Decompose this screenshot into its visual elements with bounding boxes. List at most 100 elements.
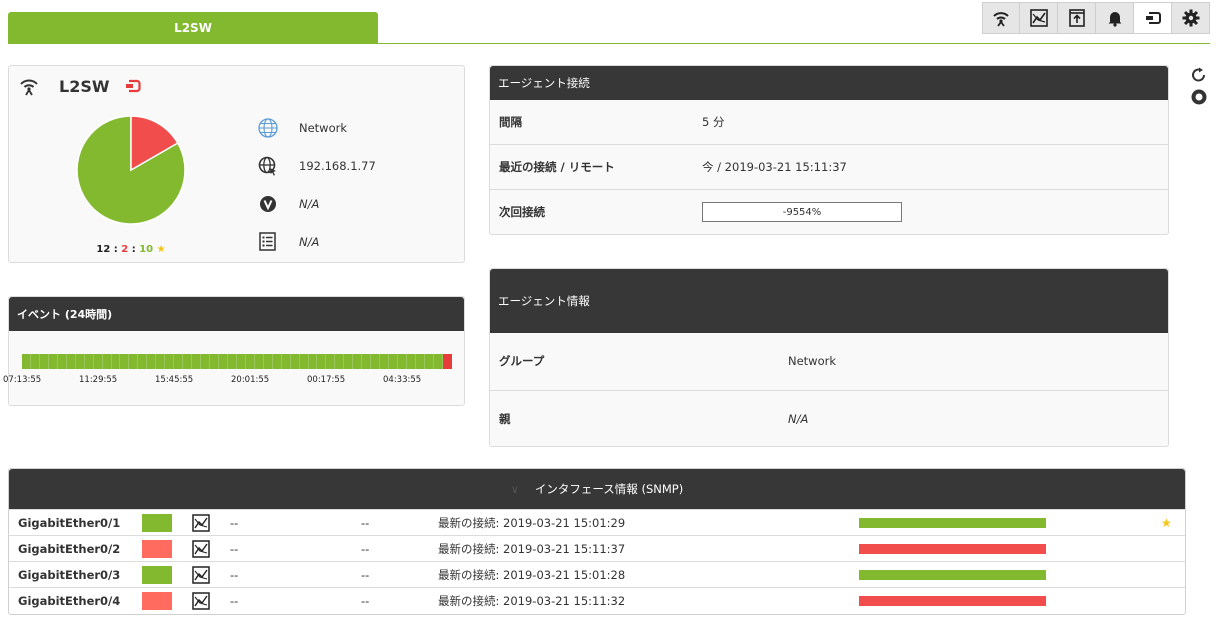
agent-description-value: N/A [299, 235, 320, 249]
events-segment [380, 354, 390, 369]
interface-last-contact: 最新の接続: 2019-03-21 15:01:29 [438, 515, 626, 530]
events-segment [263, 354, 273, 369]
globe-icon [258, 118, 278, 138]
events-segment [290, 354, 300, 369]
next-contact-value: -9554% [782, 206, 822, 218]
interval-value: 5 分 [702, 114, 725, 129]
agent-ip-value: 192.168.1.77 [299, 159, 376, 173]
events-time-label: 07:13:55 [3, 375, 42, 385]
count-normal: 10 [139, 244, 154, 255]
events-segment [84, 354, 94, 369]
graph-icon[interactable] [192, 539, 210, 558]
agent-description-row: N/A [257, 231, 319, 253]
refresh-icon[interactable] [1190, 66, 1208, 84]
graph-icon[interactable] [192, 591, 210, 610]
events-segment [210, 354, 219, 369]
graph-icon[interactable] [192, 565, 210, 584]
inventory-view-button[interactable] [1058, 2, 1096, 34]
events-segment [120, 354, 130, 369]
setup-view-button[interactable] [1172, 2, 1210, 34]
events-segment [39, 354, 49, 369]
graph-icon[interactable] [192, 513, 210, 532]
agent-version-row: N/A [257, 193, 319, 215]
last-contact-row: 最近の接続 / リモート 今 / 2019-03-21 15:11:37 [490, 144, 1168, 189]
events-segment [236, 354, 246, 369]
interface-last-contact: 最新の接続: 2019-03-21 15:11:32 [438, 593, 626, 608]
events-title: イベント (24時間) [9, 297, 464, 331]
count-separator: : [131, 244, 136, 255]
interface-in-traffic: -- [230, 593, 239, 608]
agent-status-icon [125, 79, 141, 93]
interface-in-traffic: -- [230, 515, 239, 530]
interface-out-traffic: -- [361, 567, 370, 582]
events-segment [156, 354, 166, 369]
interfaces-panel: ∨ インタフェース情報 (SNMP) GigabitEther0/1 -- -- 最新… [8, 468, 1186, 615]
agent-summary-panel: L2SW 12 : 2 : 10 ★ Network 192.168.1.77 … [8, 65, 465, 263]
alerts-view-button[interactable] [1096, 2, 1134, 34]
agent-connection-panel: エージェント接続 間隔 5 分 最近の接続 / リモート 今 / 2019-03… [489, 65, 1169, 235]
events-segment [245, 354, 255, 369]
graph-view-button[interactable] [1020, 2, 1058, 34]
count-total: 12 [96, 244, 111, 255]
events-segment [398, 354, 407, 369]
events-segment [281, 354, 291, 369]
events-segment [424, 354, 434, 369]
module-status-pie [76, 115, 186, 225]
interface-last-contact: 最新の接続: 2019-03-21 15:01:28 [438, 567, 626, 582]
star-icon: ★ [156, 244, 166, 255]
agent-view-button[interactable] [1134, 2, 1172, 34]
agent-version-value: N/A [299, 197, 320, 211]
target-icon[interactable] [1190, 88, 1208, 106]
parent-row: 親 N/A [490, 390, 1168, 446]
events-segment [308, 354, 318, 369]
main-view-button[interactable] [982, 2, 1020, 34]
events-segment [218, 354, 228, 369]
interface-status-bar [859, 543, 1046, 554]
events-segment [147, 354, 157, 369]
tab-l2sw[interactable]: L2SW [8, 12, 378, 43]
events-segment [433, 354, 443, 369]
interface-name[interactable]: GigabitEther0/2 [18, 542, 120, 556]
interfaces-header[interactable]: ∨ インタフェース情報 (SNMP) [9, 469, 1185, 509]
interface-status-bar [859, 517, 1046, 528]
star-icon: ★ [1161, 515, 1172, 530]
events-time-label: 11:29:55 [79, 375, 118, 385]
events-segment [362, 354, 372, 369]
agent-group-value: Network [299, 121, 348, 135]
events-segment [111, 354, 121, 369]
upload-box-icon [1068, 9, 1085, 27]
events-segment [183, 354, 193, 369]
interface-out-traffic: -- [361, 593, 370, 608]
interval-row: 間隔 5 分 [490, 99, 1168, 144]
agent-ip-row: 192.168.1.77 [257, 155, 376, 177]
events-segment [192, 354, 202, 369]
agent-group-row: Network [257, 117, 347, 139]
side-actions [1190, 66, 1212, 110]
events-segment [335, 354, 345, 369]
events-segment [30, 354, 40, 369]
bell-icon [1108, 12, 1121, 27]
interface-out-traffic: -- [361, 541, 370, 556]
agent-connection-title: エージェント接続 [490, 66, 1168, 100]
interface-row: GigabitEther0/3 -- -- 最新の接続: 2019-03-21 15:… [9, 561, 1185, 587]
events-segment [227, 354, 237, 369]
count-critical: 2 [121, 244, 129, 255]
events-timeline-bar[interactable] [22, 354, 452, 369]
interface-name[interactable]: GigabitEther0/4 [18, 594, 120, 608]
events-segment [129, 354, 139, 369]
gear-icon [1182, 9, 1199, 27]
interface-in-traffic: -- [230, 567, 239, 582]
agent-info-panel: エージェント情報 グループ Network 親 N/A [489, 268, 1169, 447]
interface-name[interactable]: GigabitEther0/3 [18, 568, 120, 582]
events-time-label: 20:01:55 [231, 375, 270, 385]
events-segment [57, 354, 67, 369]
interval-label: 間隔 [499, 114, 522, 129]
events-segment [48, 354, 58, 369]
interface-name[interactable]: GigabitEther0/1 [18, 516, 120, 530]
wifi-tower-icon [993, 12, 1009, 27]
wifi-tower-icon [20, 79, 38, 96]
last-contact-label: 最近の接続 / リモート [499, 160, 615, 174]
events-time-label: 00:17:55 [307, 375, 346, 385]
next-contact-progress: -9554% [702, 202, 902, 222]
last-contact-value: 今 / 2019-03-21 15:11:37 [702, 160, 847, 174]
